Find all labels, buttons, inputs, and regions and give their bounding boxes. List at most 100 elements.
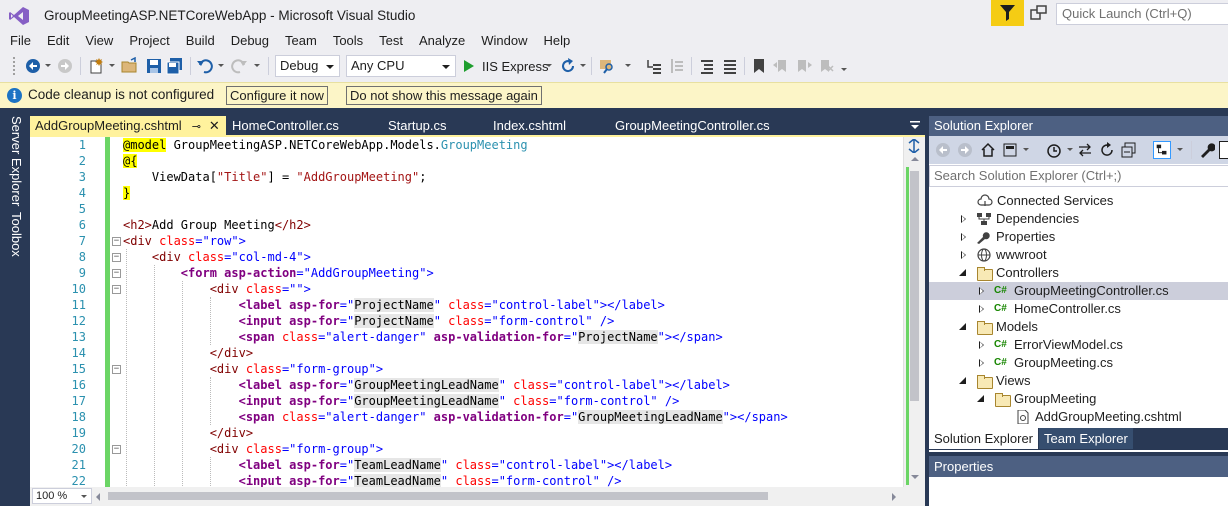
- undo-dropdown[interactable]: [218, 64, 224, 67]
- collapse-arrow-icon[interactable]: [958, 322, 968, 332]
- tab-solution-explorer[interactable]: Solution Explorer: [929, 428, 1038, 449]
- menu-analyze[interactable]: Analyze: [411, 31, 473, 51]
- scroll-left-icon[interactable]: [96, 493, 100, 501]
- step-into-icon[interactable]: [645, 57, 663, 75]
- next-bookmark-icon[interactable]: [795, 57, 813, 75]
- fold-toggle[interactable]: −: [112, 365, 121, 374]
- expand-arrow-icon[interactable]: [976, 340, 986, 350]
- pending-changes-filter-icon[interactable]: [1046, 142, 1062, 158]
- tree-item-connected-services[interactable]: Connected Services: [977, 192, 1113, 210]
- fold-toggle[interactable]: −: [112, 285, 121, 294]
- menu-file[interactable]: File: [0, 31, 39, 51]
- editor-horizontal-scrollbar[interactable]: 100 %: [30, 487, 925, 506]
- solution-explorer-search-input[interactable]: Search Solution Explorer (Ctrl+;): [929, 165, 1228, 187]
- previous-bookmark-icon[interactable]: [772, 57, 790, 75]
- expand-arrow-icon[interactable]: [976, 304, 986, 314]
- sync-with-document-icon[interactable]: [1077, 142, 1093, 158]
- horizontal-scroll-thumb[interactable]: [108, 492, 768, 500]
- tab-groupmeetingcontroller-cs[interactable]: GroupMeetingController.cs: [615, 116, 770, 136]
- find-in-files-icon[interactable]: [598, 57, 616, 75]
- expand-arrow-icon[interactable]: [958, 250, 968, 260]
- switch-views-icon[interactable]: [1002, 142, 1018, 158]
- preview-selected-items-icon[interactable]: [1153, 141, 1171, 159]
- expand-toolbar-icon[interactable]: [1219, 141, 1228, 159]
- configure-now-button[interactable]: Configure it now: [226, 86, 328, 105]
- collapse-arrow-icon[interactable]: [958, 268, 968, 278]
- menu-edit[interactable]: Edit: [39, 31, 77, 51]
- toolbar-grip[interactable]: [12, 56, 16, 76]
- clear-bookmarks-icon[interactable]: [817, 57, 835, 75]
- fold-toggle[interactable]: −: [112, 253, 121, 262]
- expand-arrow-icon[interactable]: [958, 214, 968, 224]
- tree-item-properties[interactable]: Properties: [958, 228, 1055, 246]
- switch-views-dropdown[interactable]: [1023, 148, 1029, 151]
- editor-vertical-scrollbar[interactable]: [903, 137, 925, 488]
- tab-homecontroller-cs[interactable]: HomeController.cs: [232, 116, 339, 136]
- menu-project[interactable]: Project: [121, 31, 177, 51]
- undo-icon[interactable]: [196, 57, 214, 75]
- save-all-icon[interactable]: [166, 57, 184, 75]
- platform-dropdown[interactable]: Any CPU: [346, 55, 456, 77]
- back-icon[interactable]: [24, 57, 42, 75]
- pin-icon[interactable]: ⊸: [192, 117, 201, 137]
- scroll-up-icon[interactable]: [911, 157, 919, 161]
- start-debugging-button[interactable]: IIS Express: [464, 55, 548, 77]
- tab-startup-cs[interactable]: Startup.cs: [388, 116, 447, 136]
- collapse-arrow-icon[interactable]: [976, 394, 986, 404]
- bookmark-icon[interactable]: [750, 57, 768, 75]
- properties-title[interactable]: Properties: [929, 456, 1228, 477]
- uncomment-icon[interactable]: [721, 57, 739, 75]
- scroll-right-icon[interactable]: [892, 493, 896, 501]
- feedback-icon[interactable]: [1030, 5, 1048, 21]
- forward-icon[interactable]: [56, 57, 74, 75]
- tab-addgroupmeeting-cshtml[interactable]: AddGroupMeeting.cshtml ⊸ ✕: [30, 116, 226, 136]
- collapse-all-icon[interactable]: [1121, 142, 1137, 158]
- back-icon[interactable]: [935, 142, 951, 158]
- tree-item-dependencies[interactable]: Dependencies: [958, 210, 1079, 228]
- collapse-arrow-icon[interactable]: [958, 376, 968, 386]
- refresh-icon[interactable]: [1099, 142, 1115, 158]
- menu-debug[interactable]: Debug: [223, 31, 277, 51]
- solution-explorer-title[interactable]: Solution Explorer: [929, 116, 1228, 136]
- filter-dropdown[interactable]: [1067, 148, 1073, 151]
- scroll-down-icon[interactable]: [911, 475, 919, 479]
- configuration-dropdown[interactable]: Debug: [275, 55, 340, 77]
- toolbar-overflow-dropdown[interactable]: [841, 68, 847, 71]
- server-explorer-tab[interactable]: Server Explorer: [6, 116, 24, 206]
- tree-item-groupmeeting-folder[interactable]: GroupMeeting: [976, 390, 1096, 408]
- step-out-icon[interactable]: [668, 57, 686, 75]
- tab-index-cshtml[interactable]: Index.cshtml: [493, 116, 566, 136]
- tree-item-groupmeetingcontroller-cs[interactable]: C# GroupMeetingController.cs: [929, 282, 1228, 300]
- menu-build[interactable]: Build: [178, 31, 223, 51]
- menu-window[interactable]: Window: [473, 31, 535, 51]
- forward-icon[interactable]: [957, 142, 973, 158]
- quick-launch-input[interactable]: Quick Launch (Ctrl+Q): [1056, 3, 1228, 25]
- expand-arrow-icon[interactable]: [976, 358, 986, 368]
- tree-item-errorviewmodel-cs[interactable]: C# ErrorViewModel.cs: [976, 336, 1123, 354]
- expand-arrow-icon[interactable]: [976, 286, 986, 296]
- find-dropdown[interactable]: [625, 64, 631, 67]
- menu-help[interactable]: Help: [536, 31, 579, 51]
- fold-toggle[interactable]: −: [112, 237, 121, 246]
- tree-item-addgroupmeeting-cshtml[interactable]: AddGroupMeeting.cshtml: [1015, 408, 1182, 426]
- code-editor[interactable]: 1 2 3 4 5 6 7 8 9 10 11 12 13 14 15 16 1…: [30, 137, 925, 488]
- zoom-dropdown[interactable]: 100 %: [32, 488, 92, 504]
- redo-icon[interactable]: [230, 57, 248, 75]
- fold-toggle[interactable]: −: [112, 269, 121, 278]
- menu-team[interactable]: Team: [277, 31, 325, 51]
- tree-item-wwwroot[interactable]: wwwroot: [958, 246, 1047, 264]
- split-window-icon[interactable]: [907, 139, 921, 153]
- tab-team-explorer[interactable]: Team Explorer: [1039, 428, 1133, 449]
- tree-item-views[interactable]: Views: [958, 372, 1030, 390]
- refresh-dropdown[interactable]: [580, 64, 586, 67]
- new-project-icon[interactable]: [88, 57, 106, 75]
- tree-item-controllers[interactable]: Controllers: [958, 264, 1059, 282]
- menu-test[interactable]: Test: [371, 31, 411, 51]
- save-icon[interactable]: [145, 57, 163, 75]
- home-icon[interactable]: [980, 142, 996, 158]
- run-target-dropdown[interactable]: [546, 64, 552, 67]
- wrench-icon[interactable]: [1199, 142, 1215, 158]
- menu-tools[interactable]: Tools: [325, 31, 371, 51]
- redo-dropdown[interactable]: [254, 64, 260, 67]
- tree-item-models[interactable]: Models: [958, 318, 1038, 336]
